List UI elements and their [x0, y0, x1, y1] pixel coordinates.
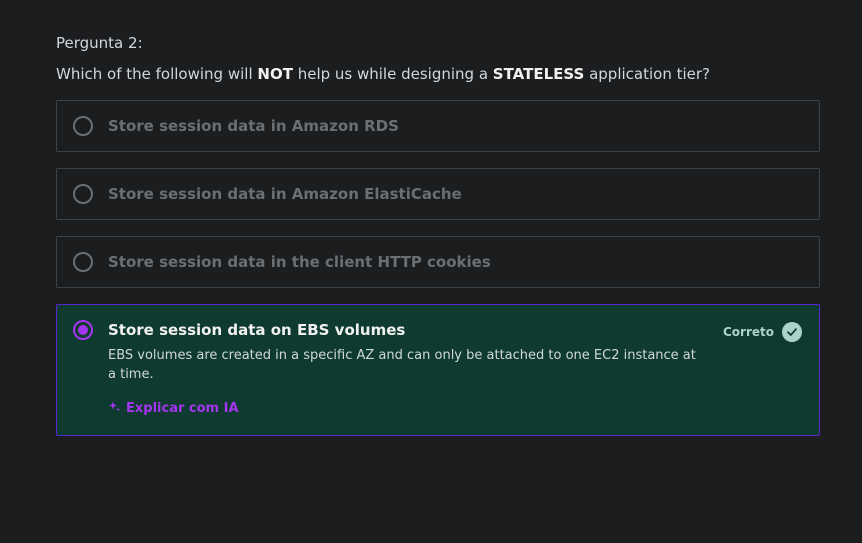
correct-status: Correto — [723, 322, 802, 342]
question-text-part: help us while designing a — [292, 65, 493, 83]
correct-status-text: Correto — [722, 325, 774, 339]
question-text-part: application tier? — [584, 65, 710, 83]
question-emphasis-stateless: STATELESS — [492, 65, 585, 83]
question-number: Pergunta 2: — [56, 34, 143, 52]
explain-with-ai-link[interactable]: Explicar com IA — [108, 400, 239, 417]
answer-option-3[interactable]: Store session data in the client HTTP co… — [56, 236, 820, 288]
answer-option-label: Store session data in Amazon ElastiCache — [108, 185, 462, 203]
answer-option-label: Store session data on EBS volumes — [108, 321, 406, 339]
answer-option-1[interactable]: Store session data in Amazon RDS — [56, 100, 820, 152]
answer-option-label: Store session data in the client HTTP co… — [108, 253, 491, 271]
answer-option-2[interactable]: Store session data in Amazon ElastiCache — [56, 168, 820, 220]
radio-button[interactable] — [73, 116, 93, 136]
radio-button[interactable] — [73, 184, 93, 204]
radio-button[interactable] — [73, 252, 93, 272]
question-text: Which of the following will NOT help us … — [56, 65, 710, 83]
explain-with-ai-label: Explicar com IA — [126, 401, 239, 416]
question-emphasis-not: NOT — [257, 65, 293, 83]
radio-button-selected[interactable] — [73, 320, 93, 340]
question-text-part: Which of the following will — [56, 65, 258, 83]
sparkle-icon — [108, 400, 121, 417]
check-circle-icon — [782, 322, 802, 342]
answer-explanation: EBS volumes are created in a specific AZ… — [108, 348, 696, 382]
answer-option-4-selected[interactable]: Store session data on EBS volumes Corret… — [56, 304, 820, 436]
answer-option-label: Store session data in Amazon RDS — [108, 117, 399, 135]
